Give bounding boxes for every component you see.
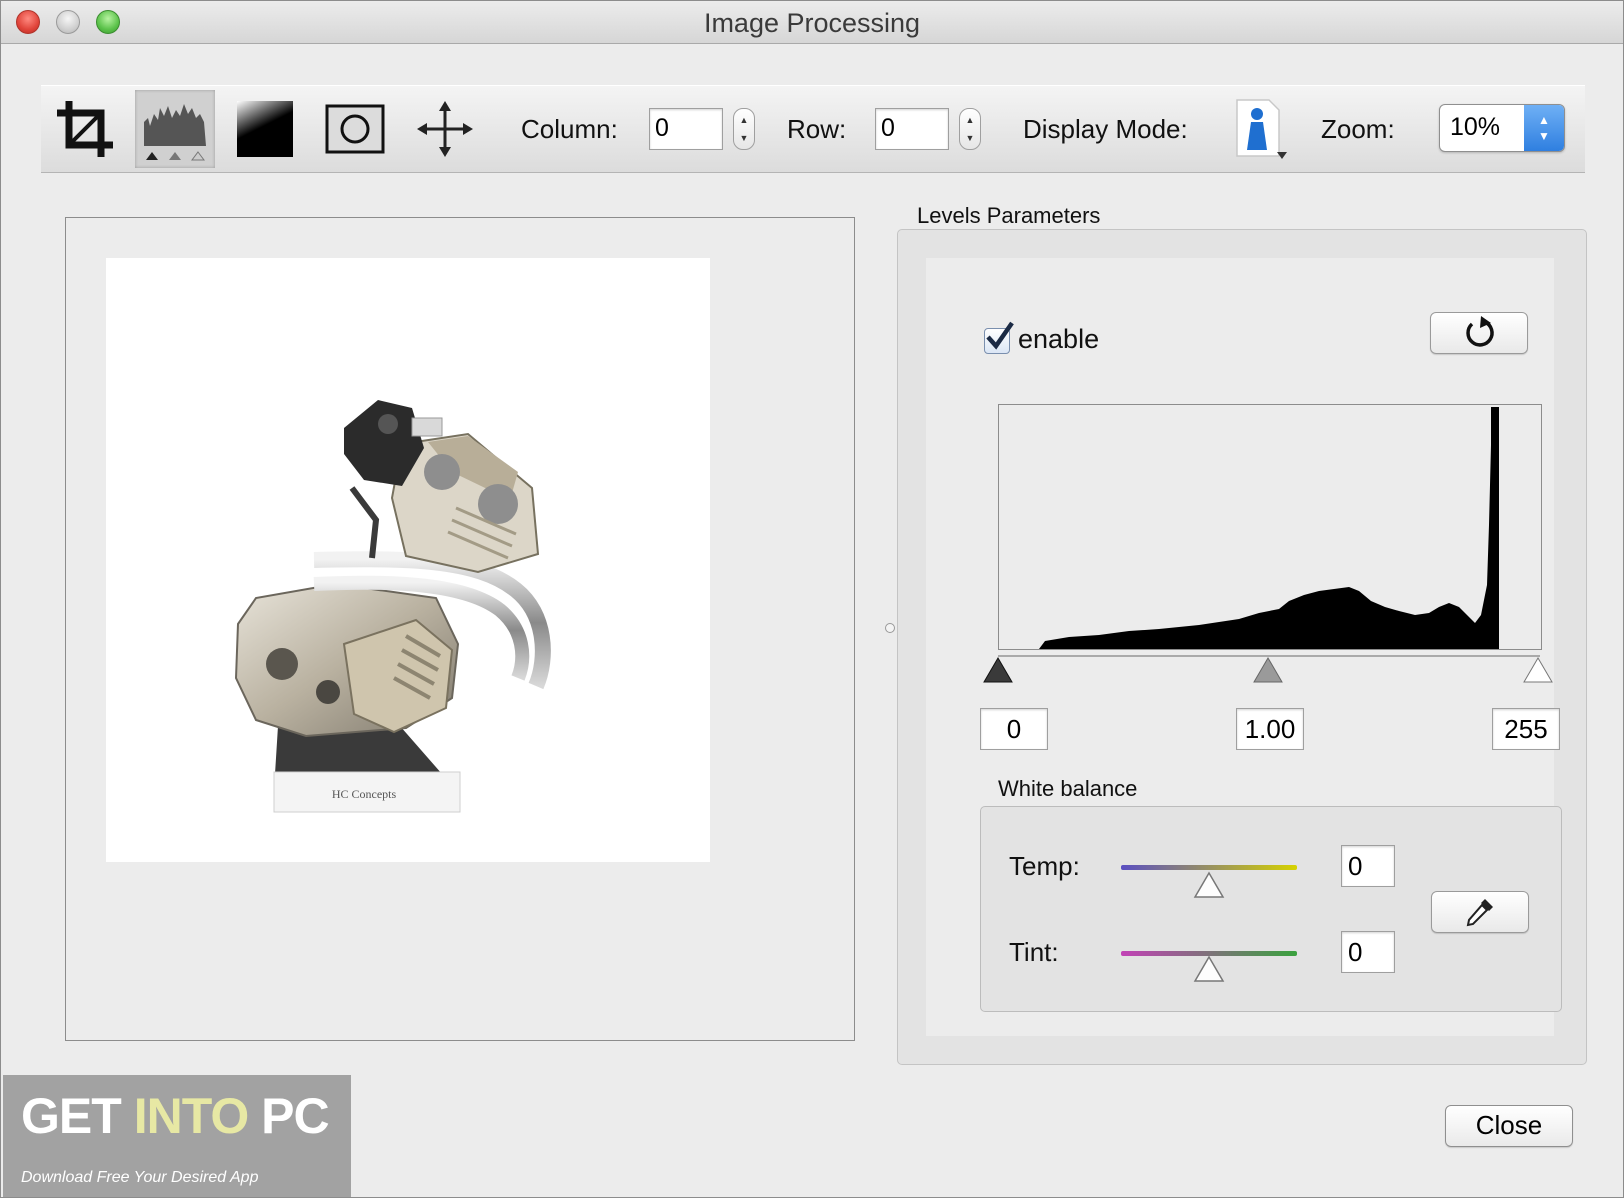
splitter-handle[interactable] [885, 623, 895, 633]
reset-icon [1466, 316, 1494, 347]
row-label: Row: [787, 114, 847, 144]
input-levels-slider[interactable] [974, 646, 1554, 686]
temp-slider-track[interactable] [1121, 865, 1297, 870]
levels-inner-panel: enable 0 1.00 255 White balance Temp: 0 … [926, 258, 1562, 1036]
tint-label: Tint: [1009, 937, 1059, 967]
title-bar: Image Processing [1, 1, 1623, 44]
display-mode-label: Display Mode: [1023, 114, 1188, 144]
black-point-input[interactable]: 0 [980, 708, 1048, 750]
enable-checkbox[interactable] [984, 321, 1014, 354]
temp-label: Temp: [1009, 851, 1080, 881]
display-mode-button[interactable] [1225, 90, 1295, 168]
white-point-handle [1523, 657, 1553, 683]
tint-slider-handle[interactable] [1193, 955, 1225, 983]
gradient-tool-button[interactable] [225, 90, 305, 168]
stepper-up-icon: ▲ [965, 115, 975, 125]
enable-label: enable [1018, 324, 1100, 354]
image-processing-window: Image Processing Column: 0 ▲ ▼ Row: 0 ▲ … [0, 0, 1624, 1198]
levels-histogram [998, 404, 1542, 650]
levels-parameters-group: enable 0 1.00 255 White balance Temp: 0 … [897, 229, 1587, 1065]
move-tool-button[interactable] [405, 90, 485, 168]
vignette-tool-button[interactable] [315, 90, 395, 168]
zoom-value: 10% [1450, 113, 1501, 141]
stepper-down-icon: ▼ [965, 133, 975, 143]
white-balance-group: Temp: 0 Tint: 0 [980, 806, 1562, 1012]
engine-logo-text: HC Concepts [332, 787, 397, 801]
levels-icon [144, 104, 206, 161]
window-title: Image Processing [703, 8, 921, 38]
temp-input[interactable]: 0 [1341, 845, 1395, 887]
eyedropper-icon [1466, 899, 1493, 927]
crop-tool-button[interactable] [45, 90, 125, 168]
column-input[interactable]: 0 [649, 108, 723, 150]
column-label: Column: [521, 114, 618, 144]
watermark-banner: GET INTO PC Download Free Your Desired A… [3, 1075, 351, 1197]
move-icon [417, 101, 473, 157]
vignette-icon [325, 104, 385, 154]
watermark-subtitle: Download Free Your Desired App [21, 1169, 259, 1186]
checkmark-icon [986, 321, 1014, 350]
person-icon [1236, 99, 1287, 159]
white-point-input[interactable]: 255 [1492, 708, 1560, 750]
column-stepper[interactable]: ▲ ▼ [733, 108, 755, 150]
gradient-icon [237, 101, 293, 157]
zoom-dropdown-icon: ▲ ▼ [1524, 105, 1564, 151]
close-button[interactable]: Close [1445, 1105, 1573, 1147]
row-input[interactable]: 0 [875, 108, 949, 150]
white-balance-title: White balance [998, 776, 1138, 801]
eyedropper-button[interactable] [1431, 891, 1529, 933]
gamma-handle [1253, 657, 1283, 683]
histogram-graph [999, 407, 1499, 649]
gamma-input[interactable]: 1.00 [1236, 708, 1304, 750]
levels-parameters-title: Levels Parameters [917, 203, 1101, 228]
stepper-down-icon: ▼ [739, 133, 749, 143]
toolbar: Column: 0 ▲ ▼ Row: 0 ▲ ▼ Display Mode: Z… [41, 85, 1585, 173]
zoom-label: Zoom: [1321, 114, 1395, 144]
zoom-select[interactable]: 10% ▲ ▼ [1439, 104, 1565, 152]
stepper-up-icon: ▲ [739, 115, 749, 125]
engine-photo: HC Concepts [234, 400, 551, 813]
tint-input[interactable]: 0 [1341, 931, 1395, 973]
levels-tool-button[interactable] [135, 90, 215, 168]
reset-levels-button[interactable] [1430, 312, 1528, 354]
row-stepper[interactable]: ▲ ▼ [959, 108, 981, 150]
image-canvas[interactable]: HC Concepts [106, 258, 710, 862]
crop-icon [57, 101, 113, 157]
image-preview-panel: HC Concepts [65, 217, 855, 1041]
temp-slider-handle[interactable] [1193, 871, 1225, 899]
black-point-handle [983, 657, 1013, 683]
watermark-logo: GET INTO PC [21, 1088, 330, 1144]
